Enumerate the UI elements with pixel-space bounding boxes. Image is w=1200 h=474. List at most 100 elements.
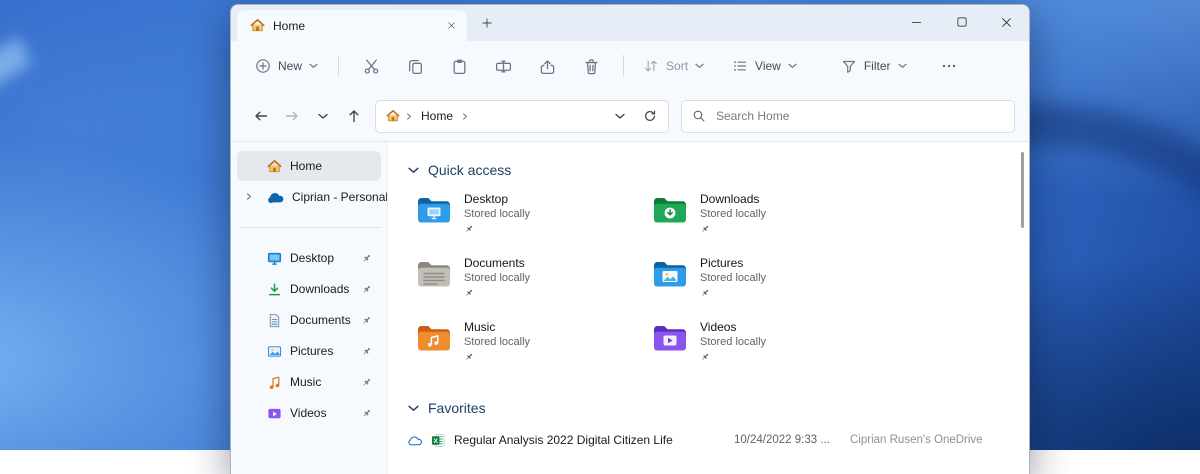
command-bar: New Sort [231,41,1029,91]
paste-button[interactable] [437,49,481,83]
share-button[interactable] [525,49,569,83]
quick-access-header[interactable]: Quick access [408,160,1029,180]
quick-access-item-videos[interactable]: Videos Stored locally [644,318,880,382]
sidebar-item-pictures[interactable]: Pictures [237,336,381,366]
item-name: Desktop [464,192,530,206]
tab-home[interactable]: Home [237,10,467,41]
filter-button[interactable]: Filter [832,51,916,81]
item-status: Stored locally [700,208,766,220]
sidebar-item-documents[interactable]: Documents [237,305,381,335]
search-input[interactable] [714,108,1004,124]
pin-icon [361,284,372,295]
pin-icon [464,224,530,234]
refresh-button[interactable] [638,104,662,128]
sidebar-item-label: Pictures [290,344,333,358]
svg-text:X: X [434,437,439,444]
quick-access-item-pictures[interactable]: Pictures Stored locally [644,254,880,318]
up-button[interactable] [338,101,369,132]
quick-access-item-music[interactable]: Music Stored locally [408,318,644,382]
sidebar-item-onedrive[interactable]: Ciprian - Personal [237,182,381,212]
sidebar-item-label: Music [290,375,321,389]
rename-icon [495,58,512,75]
item-name: Downloads [700,192,766,206]
chevron-right-icon[interactable] [246,192,252,201]
search-box[interactable] [681,100,1015,133]
recent-locations-button[interactable] [307,101,338,132]
back-arrow-icon [253,108,269,124]
cut-button[interactable] [349,49,393,83]
onedrive-cloud-icon [267,192,284,203]
tab-title: Home [273,19,433,33]
delete-button[interactable] [569,49,613,83]
quick-access-item-documents[interactable]: Documents Stored locally [408,254,644,318]
address-row: Home [231,91,1029,142]
sidebar-item-label: Ciprian - Personal [292,190,388,204]
pin-icon [361,315,372,326]
section-title: Quick access [428,162,511,178]
new-button[interactable]: New [245,51,328,81]
chevron-down-icon[interactable] [408,167,419,174]
favorites-file-row[interactable]: X Regular Analysis 2022 Digital Citizen … [408,428,1029,452]
desktop-icon [267,251,282,266]
tab-close-icon[interactable] [441,16,461,36]
rename-button[interactable] [481,49,525,83]
sort-icon [643,58,659,74]
new-tab-button[interactable] [477,13,497,33]
chevron-right-icon [406,112,412,121]
sidebar-item-videos[interactable]: Videos [237,398,381,428]
filter-button-label: Filter [864,59,891,73]
sort-button-label: Sort [666,59,688,73]
item-name: Music [464,320,530,334]
documents-icon [267,313,282,328]
content-pane: Quick access Desktop Stored locally [387,142,1029,474]
favorites-header[interactable]: Favorites [408,398,1029,418]
cut-icon [363,58,380,75]
view-button-label: View [755,59,781,73]
quick-access-item-downloads[interactable]: Downloads Stored locally [644,190,880,254]
back-button[interactable] [245,101,276,132]
sidebar-item-home[interactable]: Home [237,151,381,181]
view-button[interactable]: View [723,51,806,81]
videos-folder-icon [652,323,688,353]
vertical-scrollbar[interactable] [1021,152,1024,228]
copy-button[interactable] [393,49,437,83]
item-status: Stored locally [700,336,766,348]
sidebar-item-downloads[interactable]: Downloads [237,274,381,304]
chevron-down-icon [788,63,797,69]
sidebar-item-desktop[interactable]: Desktop [237,243,381,273]
chevron-down-icon [318,113,328,120]
minimize-button[interactable] [894,5,939,39]
forward-button[interactable] [276,101,307,132]
sidebar-item-label: Desktop [290,251,334,265]
pin-icon [464,288,530,298]
sidebar-item-music[interactable]: Music [237,367,381,397]
sort-button[interactable]: Sort [634,51,713,81]
breadcrumb-home[interactable]: Home [418,107,456,125]
address-bar[interactable]: Home [375,100,669,133]
forward-arrow-icon [284,108,300,124]
sidebar-item-label: Home [290,159,322,173]
quick-access-grid: Desktop Stored locally [408,190,1029,382]
home-icon [386,109,400,123]
quick-access-item-desktop[interactable]: Desktop Stored locally [408,190,644,254]
item-status: Stored locally [464,272,530,284]
up-arrow-icon [346,108,362,124]
chevron-down-icon[interactable] [408,405,419,412]
close-button[interactable] [984,5,1029,39]
maximize-button[interactable] [939,5,984,39]
pin-icon [361,377,372,388]
pin-icon [361,408,372,419]
file-modified-date: 10/24/2022 9:33 ... [734,434,842,446]
filter-icon [841,58,857,74]
home-icon [267,159,282,174]
file-name: Regular Analysis 2022 Digital Citizen Li… [454,433,726,447]
home-icon [250,18,265,33]
delete-icon [583,58,600,75]
item-status: Stored locally [464,336,530,348]
cloud-status-icon [408,435,423,446]
more-options-button[interactable] [932,49,966,83]
sidebar-item-label: Videos [290,406,326,420]
address-dropdown-button[interactable] [608,104,632,128]
copy-icon [407,58,424,75]
excel-file-icon: X [431,433,446,448]
